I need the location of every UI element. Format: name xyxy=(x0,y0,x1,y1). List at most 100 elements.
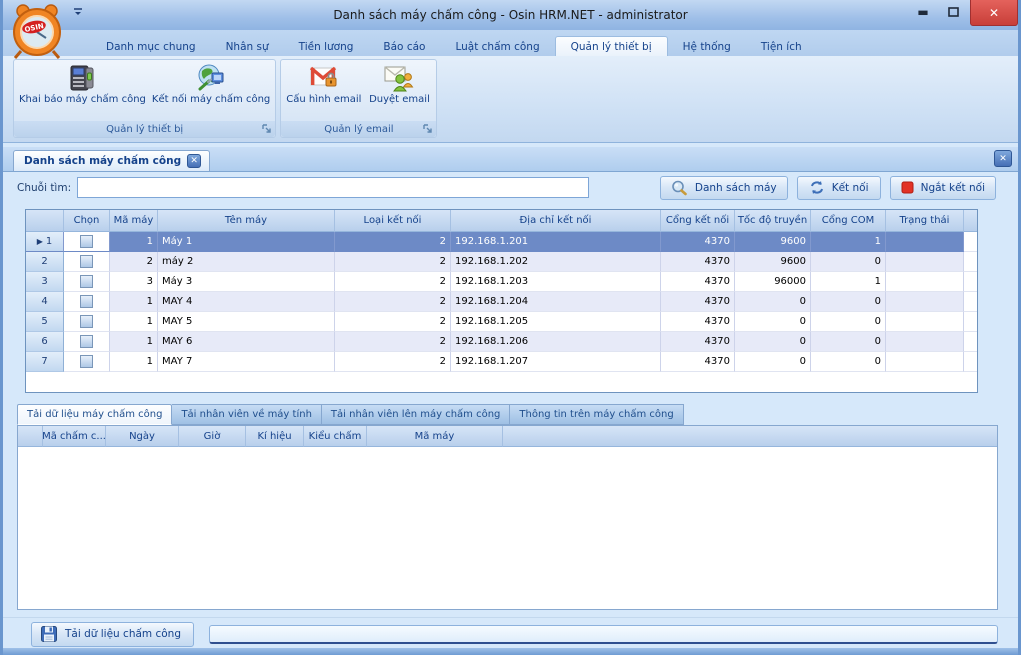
configure-email-button[interactable]: Cấu hình email xyxy=(283,61,364,121)
detail-tab-list: Tải dữ liệu máy chấm côngTải nhân viên v… xyxy=(17,402,1018,425)
window-controls: ▬ ✕ xyxy=(908,0,1018,28)
row-checkbox[interactable] xyxy=(80,235,93,248)
machines-column-header[interactable]: Địa chỉ kết nối xyxy=(451,210,661,232)
row-select-cell xyxy=(64,232,110,252)
row-checkbox[interactable] xyxy=(80,355,93,368)
detail-tab[interactable]: Tải nhân viên về máy tính xyxy=(172,404,321,425)
cell-toc_do: 96000 xyxy=(735,272,811,292)
cell-cong_ket_noi: 4370 xyxy=(661,232,735,252)
cell-loai_ket_noi: 2 xyxy=(335,272,451,292)
ribbon-tab[interactable]: Danh mục chung xyxy=(91,37,211,56)
ribbon-group-devices-buttons: Khai báo máy chấm công xyxy=(14,60,275,121)
ribbon-tab[interactable]: Hệ thống xyxy=(668,37,746,56)
machines-grid: ChọnMã máyTên máyLoại kết nốiĐịa chỉ kết… xyxy=(25,209,978,393)
machines-column-header[interactable]: Mã máy xyxy=(110,210,158,232)
cell-dia_chi: 192.168.1.203 xyxy=(451,272,661,292)
close-button[interactable]: ✕ xyxy=(970,0,1018,26)
detail-column-header[interactable]: Mã chấm c... xyxy=(43,426,106,447)
row-checkbox[interactable] xyxy=(80,255,93,268)
machines-header-filler xyxy=(964,210,977,232)
cell-ten_may: MAY 5 xyxy=(158,312,335,332)
machines-grid-row[interactable]: 33Máy 32192.168.1.2034370960001 xyxy=(26,272,977,292)
row-filler xyxy=(964,272,977,292)
machines-grid-row[interactable]: 51MAY 52192.168.1.205437000 xyxy=(26,312,977,332)
cell-cong_ket_noi: 4370 xyxy=(661,352,735,372)
detail-tab[interactable]: Tải nhân viên lên máy chấm công xyxy=(322,404,510,425)
ribbon-tab[interactable]: Quản lý thiết bị xyxy=(555,36,668,56)
document-tab-machine-list[interactable]: Danh sách máy chấm công ✕ xyxy=(13,150,210,171)
app-logo-clock-icon[interactable]: OSIN xyxy=(9,1,65,59)
search-row: Chuỗi tìm: Danh sách máy xyxy=(3,172,1018,203)
magnifier-icon xyxy=(671,180,688,196)
machines-grid-row[interactable]: ▶11Máy 12192.168.1.201437096001 xyxy=(26,232,977,252)
cell-ma_may: 1 xyxy=(110,332,158,352)
connect-button[interactable]: Kết nối xyxy=(797,176,881,200)
panel-close-icon[interactable]: ✕ xyxy=(994,150,1012,167)
ribbon-group-email: Cấu hình email Duyệt email xyxy=(280,59,437,138)
dialog-launcher-icon[interactable] xyxy=(261,123,272,134)
detail-tab[interactable]: Thông tin trên máy chấm công xyxy=(510,404,683,425)
cell-cong_com: 1 xyxy=(811,232,886,252)
detail-column-header[interactable]: Ngày xyxy=(106,426,179,447)
disconnect-button[interactable]: Ngắt kết nối xyxy=(890,176,996,200)
machines-column-header[interactable]: Cổng COM xyxy=(811,210,886,232)
cell-loai_ket_noi: 2 xyxy=(335,312,451,332)
row-checkbox[interactable] xyxy=(80,295,93,308)
machines-grid-body: ▶11Máy 12192.168.1.20143709600122máy 221… xyxy=(26,232,977,372)
machines-column-header[interactable]: Trạng thái xyxy=(886,210,964,232)
button-label: Kết nối xyxy=(832,182,869,194)
ribbon-tab[interactable]: Luật chấm công xyxy=(440,37,554,56)
download-attendance-data-button[interactable]: Tải dữ liệu chấm công xyxy=(31,622,194,647)
cell-toc_do: 9600 xyxy=(735,252,811,272)
ribbon-tab[interactable]: Báo cáo xyxy=(368,37,440,56)
dialog-launcher-icon[interactable] xyxy=(422,123,433,134)
detail-tab[interactable]: Tải dữ liệu máy chấm công xyxy=(17,404,172,425)
document-tab-close-icon[interactable]: ✕ xyxy=(187,154,201,168)
machines-grid-row[interactable]: 41MAY 42192.168.1.204437000 xyxy=(26,292,977,312)
row-indicator: 3 xyxy=(26,272,64,292)
search-input[interactable] xyxy=(77,177,589,198)
minimize-button[interactable]: ▬ xyxy=(908,0,938,24)
declare-attendance-machine-button[interactable]: Khai báo máy chấm công xyxy=(16,61,149,121)
detail-column-header[interactable]: Kí hiệu xyxy=(246,426,304,447)
cell-trang_thai xyxy=(886,312,964,332)
detail-column-header[interactable]: Giờ xyxy=(179,426,246,447)
title-bar: OSIN Danh sách máy chấm công - Osin HRM.… xyxy=(3,0,1018,30)
maximize-button[interactable] xyxy=(938,0,968,24)
detail-column-header[interactable]: Kiểu chấm xyxy=(304,426,367,447)
machines-grid-row[interactable]: 71MAY 72192.168.1.207437000 xyxy=(26,352,977,372)
ribbon-group-devices-label: Quản lý thiết bị xyxy=(14,121,275,137)
machine-list-button[interactable]: Danh sách máy xyxy=(660,176,788,200)
cell-dia_chi: 192.168.1.204 xyxy=(451,292,661,312)
group-label-text: Quản lý email xyxy=(324,124,393,135)
row-select-cell xyxy=(64,252,110,272)
ribbon-button-label: Duyệt email xyxy=(369,94,430,106)
machines-grid-row[interactable]: 61MAY 62192.168.1.206437000 xyxy=(26,332,977,352)
machines-column-header[interactable]: Cổng kết nối xyxy=(661,210,735,232)
cell-ten_may: MAY 7 xyxy=(158,352,335,372)
cell-loai_ket_noi: 2 xyxy=(335,332,451,352)
machines-grid-row[interactable]: 22máy 22192.168.1.202437096000 xyxy=(26,252,977,272)
machines-column-header[interactable]: Tốc độ truyền xyxy=(735,210,811,232)
row-select-cell xyxy=(64,312,110,332)
search-label: Chuỗi tìm: xyxy=(17,182,71,194)
connect-attendance-machine-button[interactable]: Kết nối máy chấm công xyxy=(149,61,273,121)
row-indicator: ▶1 xyxy=(26,232,64,252)
ribbon-tab[interactable]: Tiện ích xyxy=(746,37,817,56)
machines-column-header[interactable]: Tên máy xyxy=(158,210,335,232)
ribbon-tab[interactable]: Nhân sự xyxy=(211,37,284,56)
row-filler xyxy=(964,232,977,252)
row-checkbox[interactable] xyxy=(80,315,93,328)
detail-column-header[interactable]: Mã máy xyxy=(367,426,503,447)
quick-access-chevron-icon[interactable] xyxy=(71,6,85,18)
browse-email-button[interactable]: Duyệt email xyxy=(364,61,434,121)
machines-column-header[interactable]: Loại kết nối xyxy=(335,210,451,232)
ribbon-tab[interactable]: Tiền lương xyxy=(284,37,369,56)
machines-column-header[interactable]: Chọn xyxy=(64,210,110,232)
row-checkbox[interactable] xyxy=(80,335,93,348)
row-checkbox[interactable] xyxy=(80,275,93,288)
row-filler xyxy=(964,332,977,352)
row-filler xyxy=(964,252,977,272)
window-title: Danh sách máy chấm công - Osin HRM.NET -… xyxy=(333,8,687,22)
ribbon-tab-list: Danh mục chungNhân sựTiền lươngBáo cáoLu… xyxy=(3,30,1018,56)
